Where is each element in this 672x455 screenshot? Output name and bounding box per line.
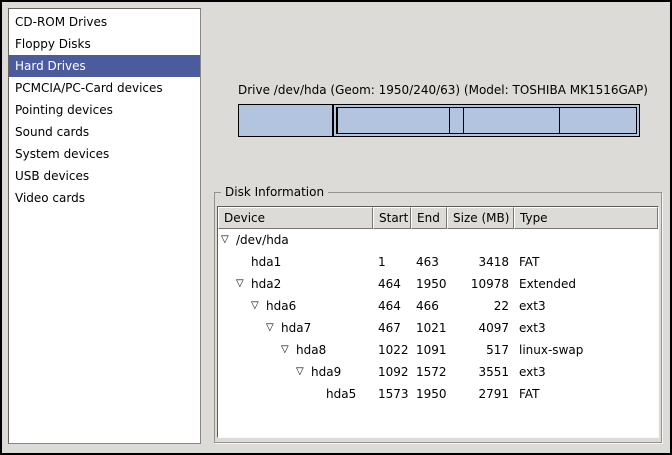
partition-segment-hda1 (238, 104, 333, 137)
sidebar-item-hard-drives[interactable]: Hard Drives (9, 55, 200, 77)
expander-icon[interactable]: ▽ (221, 229, 236, 251)
device-category-list: CD-ROM Drives Floppy Disks Hard Drives P… (8, 8, 201, 444)
end-value: 1021 (411, 317, 447, 339)
table-row-hda9[interactable]: ▽ hda9 1092 1572 3551 ext3 (218, 361, 658, 383)
type-value: ext3 (514, 295, 658, 317)
type-value: Extended (514, 273, 658, 295)
start-value: 1092 (373, 361, 411, 383)
size-value: 10978 (447, 273, 514, 295)
table-row-hda1[interactable]: hda1 1 463 3418 FAT (218, 251, 658, 273)
end-value: 1950 (411, 383, 447, 405)
end-value (411, 229, 447, 251)
start-value (373, 229, 411, 251)
sidebar-item-floppy-disks[interactable]: Floppy Disks (9, 33, 200, 55)
partition-segment-hda8 (450, 108, 464, 133)
size-value: 517 (447, 339, 514, 361)
table-row-hda8[interactable]: ▽ hda8 1022 1091 517 linux-swap (218, 339, 658, 361)
end-value: 1572 (411, 361, 447, 383)
partition-segment-hda9 (464, 108, 560, 133)
expander-icon[interactable]: ▽ (236, 273, 251, 295)
start-value: 1573 (373, 383, 411, 405)
start-value: 467 (373, 317, 411, 339)
partition-layout-bar (238, 104, 640, 137)
device-name: hda2 (251, 273, 281, 295)
disk-information-label: Disk Information (221, 185, 328, 199)
device-name: hda6 (266, 295, 296, 317)
type-value: linux-swap (514, 339, 658, 361)
size-value: 4097 (447, 317, 514, 339)
column-header-device[interactable]: Device (218, 207, 373, 229)
disk-information-frame: Disk Information Device Start End Size (… (214, 192, 662, 443)
start-value: 464 (373, 295, 411, 317)
type-value: ext3 (514, 361, 658, 383)
device-name: hda9 (311, 361, 341, 383)
partition-segment-hda5 (560, 108, 636, 133)
table-row-hda5[interactable]: hda5 1573 1950 2791 FAT (218, 383, 658, 405)
end-value: 1091 (411, 339, 447, 361)
sidebar-item-cdrom-drives[interactable]: CD-ROM Drives (9, 11, 200, 33)
hardware-browser-window: CD-ROM Drives Floppy Disks Hard Drives P… (2, 2, 670, 453)
device-name: hda5 (326, 383, 356, 405)
partition-tree-table: Device Start End Size (MB) Type ▽ /dev/h… (217, 206, 659, 438)
type-value: ext3 (514, 317, 658, 339)
logical-partitions-container (336, 107, 637, 134)
column-header-size[interactable]: Size (MB) (447, 207, 514, 229)
table-header-row: Device Start End Size (MB) Type (218, 207, 658, 229)
partition-segment-hda7 (338, 108, 449, 133)
size-value (447, 229, 514, 251)
end-value: 463 (411, 251, 447, 273)
table-row-dev-hda[interactable]: ▽ /dev/hda (218, 229, 658, 251)
expander-icon[interactable]: ▽ (251, 295, 266, 317)
device-name: hda7 (281, 317, 311, 339)
type-value: FAT (514, 251, 658, 273)
table-row-hda2[interactable]: ▽ hda2 464 1950 10978 Extended (218, 273, 658, 295)
sidebar-item-pointing-devices[interactable]: Pointing devices (9, 99, 200, 121)
column-header-end[interactable]: End (411, 207, 447, 229)
start-value: 464 (373, 273, 411, 295)
sidebar-item-usb-devices[interactable]: USB devices (9, 165, 200, 187)
device-name: hda1 (251, 251, 281, 273)
size-value: 22 (447, 295, 514, 317)
device-name: hda8 (296, 339, 326, 361)
partition-segment-hda2-extended (333, 104, 640, 137)
column-header-start[interactable]: Start (373, 207, 411, 229)
sidebar-item-sound-cards[interactable]: Sound cards (9, 121, 200, 143)
sidebar-item-video-cards[interactable]: Video cards (9, 187, 200, 209)
sidebar-item-pcmcia-devices[interactable]: PCMCIA/PC-Card devices (9, 77, 200, 99)
device-name: /dev/hda (236, 229, 289, 251)
size-value: 3551 (447, 361, 514, 383)
type-value: FAT (514, 383, 658, 405)
column-header-type[interactable]: Type (514, 207, 658, 229)
drive-title: Drive /dev/hda (Geom: 1950/240/63) (Mode… (238, 83, 640, 97)
expander-icon[interactable]: ▽ (266, 317, 281, 339)
expander-icon[interactable]: ▽ (281, 339, 296, 361)
start-value: 1 (373, 251, 411, 273)
expander-icon[interactable]: ▽ (296, 361, 311, 383)
start-value: 1022 (373, 339, 411, 361)
sidebar-item-system-devices[interactable]: System devices (9, 143, 200, 165)
table-row-hda7[interactable]: ▽ hda7 467 1021 4097 ext3 (218, 317, 658, 339)
end-value: 466 (411, 295, 447, 317)
table-row-hda6[interactable]: ▽ hda6 464 466 22 ext3 (218, 295, 658, 317)
size-value: 3418 (447, 251, 514, 273)
type-value (514, 229, 658, 251)
size-value: 2791 (447, 383, 514, 405)
end-value: 1950 (411, 273, 447, 295)
